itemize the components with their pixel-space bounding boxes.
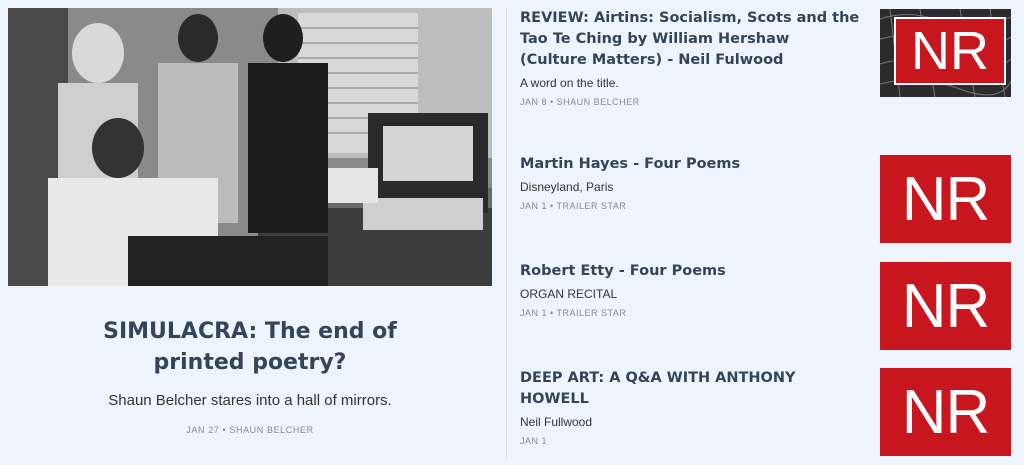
nr-logo: NR — [894, 17, 1006, 85]
post-item[interactable]: Martin Hayes - Four Poems Disneyland, Pa… — [520, 154, 1020, 243]
featured-text: SIMULACRA: The end of printed poetry? Sh… — [0, 316, 500, 435]
post-title[interactable]: Martin Hayes - Four Poems — [520, 154, 860, 175]
post-item[interactable]: Robert Etty - Four Poems ORGAN RECITAL J… — [520, 261, 1020, 350]
post-meta: JAN 8 • SHAUN BELCHER — [520, 97, 640, 107]
featured-title[interactable]: SIMULACRA: The end of printed poetry? — [90, 316, 410, 378]
featured-image[interactable] — [8, 8, 492, 286]
post-thumbnail[interactable]: NR — [880, 262, 1011, 350]
column-divider — [506, 8, 507, 458]
post-item[interactable]: DEEP ART: A Q&A WITH ANTHONY HOWELL Neil… — [520, 368, 1020, 456]
post-title[interactable]: REVIEW: Airtins: Socialism, Scots and th… — [520, 8, 860, 71]
post-title[interactable]: DEEP ART: A Q&A WITH ANTHONY HOWELL — [520, 368, 860, 410]
post-title[interactable]: Robert Etty - Four Poems — [520, 261, 860, 282]
post-thumbnail[interactable]: NR — [880, 368, 1011, 456]
featured-subtitle: Shaun Belcher stares into a hall of mirr… — [108, 392, 392, 409]
post-thumbnail[interactable]: NR — [880, 155, 1011, 243]
nr-logo: NR — [901, 271, 991, 341]
nr-logo: NR — [901, 377, 991, 447]
featured-post[interactable]: SIMULACRA: The end of printed poetry? Sh… — [0, 0, 500, 465]
post-thumbnail[interactable]: NR — [880, 9, 1011, 97]
featured-meta: JAN 27 • SHAUN BELCHER — [186, 425, 314, 435]
nr-logo: NR — [901, 164, 991, 234]
post-item[interactable]: REVIEW: Airtins: Socialism, Scots and th… — [520, 8, 1020, 107]
